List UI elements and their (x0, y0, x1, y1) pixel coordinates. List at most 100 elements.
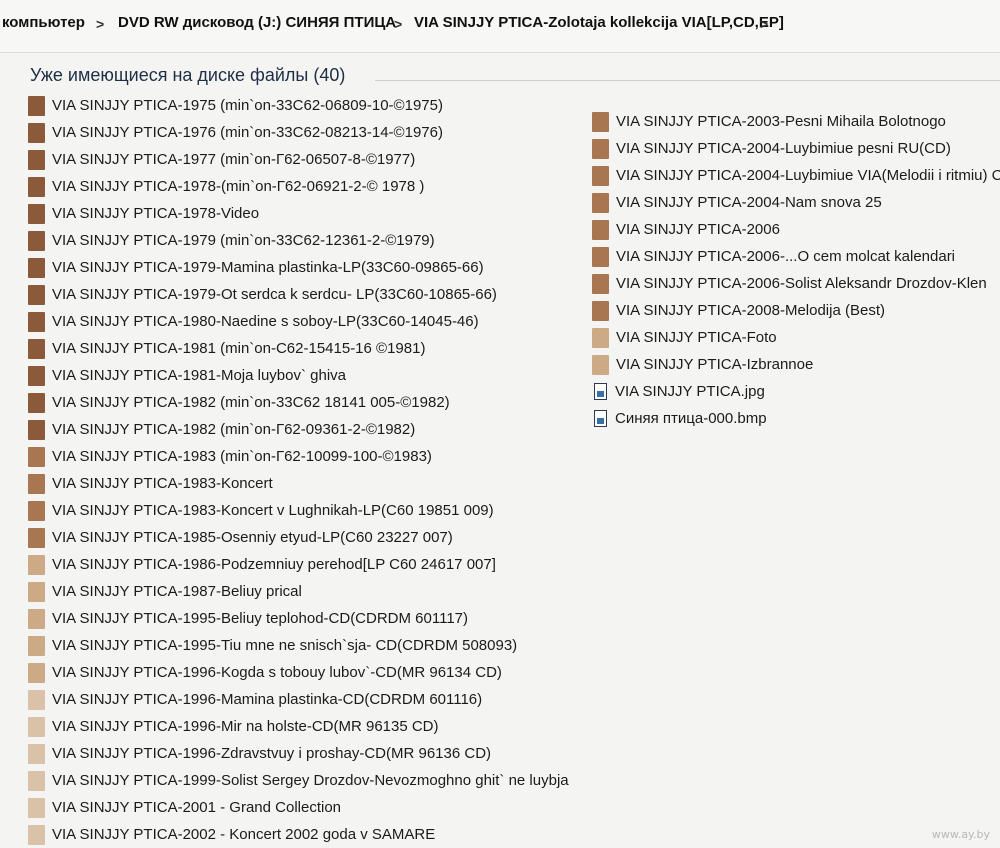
file-list-column-left: VIA SINJJY PTICA-1975 (min`on-33C62-0680… (28, 92, 588, 848)
file-item[interactable]: VIA SINJJY PTICA-1995-Tiu mne ne snisch`… (28, 632, 588, 659)
folder-icon (592, 300, 609, 321)
file-item-label: VIA SINJJY PTICA-1975 (min`on-33C62-0680… (52, 97, 443, 114)
folder-icon (28, 473, 45, 494)
file-item[interactable]: VIA SINJJY PTICA-1980-Naedine s soboy-LP… (28, 308, 588, 335)
file-item[interactable]: VIA SINJJY PTICA-1977 (min`on-Г62-06507-… (28, 146, 588, 173)
file-item-label: VIA SINJJY PTICA-1983-Koncert v Lughnika… (52, 502, 494, 519)
file-item[interactable]: VIA SINJJY PTICA-2001 - Grand Collection (28, 794, 588, 821)
group-title: Уже имеющиеся на диске файлы (40) (30, 65, 346, 85)
file-item[interactable]: VIA SINJJY PTICA-1979-Ot serdca k serdcu… (28, 281, 588, 308)
file-item-label: VIA SINJJY PTICA-1976 (min`on-33C62-0821… (52, 124, 443, 141)
file-item[interactable]: VIA SINJJY PTICA-2004-Nam snova 25 (592, 189, 1000, 216)
file-item[interactable]: Синяя птица-000.bmp (592, 405, 1000, 432)
file-item[interactable]: VIA SINJJY PTICA-1983-Koncert (28, 470, 588, 497)
file-item-label: VIA SINJJY PTICA-1986-Podzemniuy perehod… (52, 556, 496, 573)
breadcrumb-separator[interactable]: > (394, 16, 402, 32)
file-item-label: VIA SINJJY PTICA-1987-Beliuy prical (52, 583, 302, 600)
file-item[interactable]: VIA SINJJY PTICA-1981 (min`on-C62-15415-… (28, 335, 588, 362)
folder-icon (28, 554, 45, 575)
file-item-label: VIA SINJJY PTICA-Foto (616, 329, 777, 346)
folder-icon (592, 111, 609, 132)
folder-icon (592, 354, 609, 375)
file-item[interactable]: VIA SINJJY PTICA-1979 (min`on-33C62-1236… (28, 227, 588, 254)
breadcrumb-item-computer[interactable]: компьютер (2, 14, 85, 31)
file-item[interactable]: VIA SINJJY PTICA-Izbrannoe (592, 351, 1000, 378)
file-item[interactable]: VIA SINJJY PTICA-1996-Mamina plastinka-C… (28, 686, 588, 713)
file-item[interactable]: VIA SINJJY PTICA-1996-Kogda s tobouy lub… (28, 659, 588, 686)
folder-icon (28, 95, 45, 116)
folder-icon (592, 327, 609, 348)
file-item-label: Синяя птица-000.bmp (615, 410, 767, 427)
file-item-label: VIA SINJJY PTICA-1981 (min`on-C62-15415-… (52, 340, 426, 357)
file-item-label: VIA SINJJY PTICA.jpg (615, 383, 765, 400)
group-divider (375, 80, 1000, 81)
file-item-label: VIA SINJJY PTICA-1995-Tiu mne ne snisch`… (52, 637, 518, 654)
file-item[interactable]: VIA SINJJY PTICA-2004-Luybimiue VIA(Melo… (592, 162, 1000, 189)
file-item-label: VIA SINJJY PTICA-1982 (min`on-33C62 1814… (52, 394, 450, 411)
file-item[interactable]: VIA SINJJY PTICA-1985-Osenniy etyud-LP(C… (28, 524, 588, 551)
file-item-label: VIA SINJJY PTICA-1996-Mir na holste-CD(M… (52, 718, 439, 735)
file-item[interactable]: VIA SINJJY PTICA-1978-Video (28, 200, 588, 227)
file-item[interactable]: VIA SINJJY PTICA-1983 (min`on-Г62-10099-… (28, 443, 588, 470)
file-item[interactable]: VIA SINJJY PTICA-1979-Mamina plastinka-L… (28, 254, 588, 281)
breadcrumb: компьютер > DVD RW дисковод (J:) СИНЯЯ П… (0, 0, 1000, 53)
breadcrumb-item-folder[interactable]: VIA SINJJY PTICA-Zolotaja kollekcija VIA… (414, 14, 784, 31)
file-item-label: VIA SINJJY PTICA-1996-Kogda s tobouy lub… (52, 664, 502, 681)
file-item[interactable]: VIA SINJJY PTICA-Foto (592, 324, 1000, 351)
file-item[interactable]: VIA SINJJY PTICA-1983-Koncert v Lughnika… (28, 497, 588, 524)
folder-icon (28, 257, 45, 278)
file-item[interactable]: VIA SINJJY PTICA-1996-Zdravstvuy i prosh… (28, 740, 588, 767)
file-item[interactable]: VIA SINJJY PTICA-2006-Solist Aleksandr D… (592, 270, 1000, 297)
file-item[interactable]: VIA SINJJY PTICA-1975 (min`on-33C62-0680… (28, 92, 588, 119)
file-item[interactable]: VIA SINJJY PTICA-1982 (min`on-33C62 1814… (28, 389, 588, 416)
image-file-icon (594, 410, 607, 427)
file-item-label: VIA SINJJY PTICA-1981-Moja luybov` ghiva (52, 367, 347, 384)
file-item[interactable]: VIA SINJJY PTICA-1978-(min`on-Г62-06921-… (28, 173, 588, 200)
folder-icon (28, 581, 45, 602)
folder-icon (592, 192, 609, 213)
file-item[interactable]: VIA SINJJY PTICA-2002 - Koncert 2002 god… (28, 821, 588, 848)
file-item-label: VIA SINJJY PTICA-1996-Mamina plastinka-C… (52, 691, 483, 708)
folder-icon (28, 824, 45, 845)
folder-icon (28, 446, 45, 467)
file-item[interactable]: VIA SINJJY PTICA-1987-Beliuy prical (28, 578, 588, 605)
file-item[interactable]: VIA SINJJY PTICA.jpg (592, 378, 1000, 405)
file-item[interactable]: VIA SINJJY PTICA-1976 (min`on-33C62-0821… (28, 119, 588, 146)
file-item[interactable]: VIA SINJJY PTICA-2006-...O cem molcat ka… (592, 243, 1000, 270)
folder-icon (28, 311, 45, 332)
file-item[interactable]: VIA SINJJY PTICA-2006 (592, 216, 1000, 243)
file-item-label: VIA SINJJY PTICA-2001 - Grand Collection (52, 799, 342, 816)
folder-icon (28, 284, 45, 305)
file-item[interactable]: VIA SINJJY PTICA-1995-Beliuy teplohod-CD… (28, 605, 588, 632)
file-item-label: VIA SINJJY PTICA-1979 (min`on-33C62-1236… (52, 232, 435, 249)
file-item[interactable]: VIA SINJJY PTICA-1986-Podzemniuy perehod… (28, 551, 588, 578)
file-item[interactable]: VIA SINJJY PTICA-2004-Luybimiue pesni RU… (592, 135, 1000, 162)
breadcrumb-separator[interactable]: > (96, 16, 104, 32)
folder-icon (28, 608, 45, 629)
folder-icon (28, 500, 45, 521)
file-item-label: VIA SINJJY PTICA-Izbrannoe (616, 356, 814, 373)
folder-icon (28, 230, 45, 251)
folder-icon (28, 203, 45, 224)
file-item[interactable]: VIA SINJJY PTICA-1999-Solist Sergey Droz… (28, 767, 588, 794)
folder-icon (28, 635, 45, 656)
group-header[interactable]: Уже имеющиеся на диске файлы (40) (0, 52, 1000, 92)
image-file-icon (594, 383, 607, 400)
folder-icon (28, 149, 45, 170)
folder-icon (28, 689, 45, 710)
file-item-label: VIA SINJJY PTICA-1983 (min`on-Г62-10099-… (52, 448, 432, 465)
file-item[interactable]: VIA SINJJY PTICA-2003-Pesni Mihaila Bolo… (592, 108, 1000, 135)
file-item-label: VIA SINJJY PTICA-1983-Koncert (52, 475, 273, 492)
folder-icon (28, 176, 45, 197)
file-item[interactable]: VIA SINJJY PTICA-1981-Moja luybov` ghiva (28, 362, 588, 389)
breadcrumb-item-dvd-drive[interactable]: DVD RW дисковод (J:) СИНЯЯ ПТИЦА (118, 14, 396, 31)
file-item[interactable]: VIA SINJJY PTICA-1982 (min`on-Г62-09361-… (28, 416, 588, 443)
folder-icon (28, 662, 45, 683)
folder-icon (28, 743, 45, 764)
folder-icon (28, 527, 45, 548)
folder-icon (592, 219, 609, 240)
file-item[interactable]: VIA SINJJY PTICA-2008-Melodija (Best) (592, 297, 1000, 324)
breadcrumb-separator[interactable]: > (760, 16, 768, 32)
file-item[interactable]: VIA SINJJY PTICA-1996-Mir na holste-CD(M… (28, 713, 588, 740)
folder-icon (28, 122, 45, 143)
